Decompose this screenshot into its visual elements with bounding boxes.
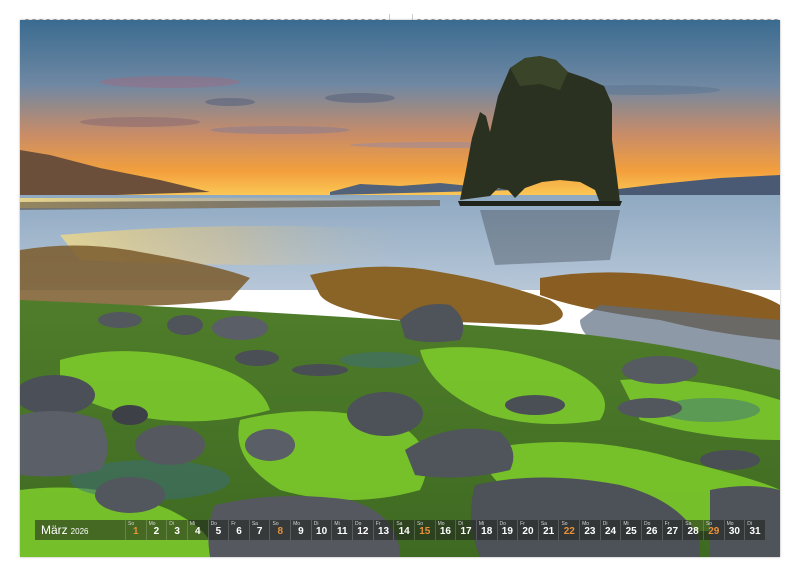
day-cell: Mi 4	[186, 520, 208, 540]
day-number: 7	[256, 526, 263, 537]
day-cell: Sa 14	[393, 520, 414, 540]
day-cell: Fr 20	[517, 520, 538, 540]
day-number: 9	[298, 526, 304, 537]
day-number: 15	[419, 526, 431, 537]
day-cell: So 29	[702, 520, 724, 540]
calendar-photo	[20, 20, 780, 557]
month-name: März	[41, 523, 68, 537]
day-cell: Do 19	[496, 520, 518, 540]
day-cell: Sa 28	[682, 520, 703, 540]
day-number: 10	[316, 526, 328, 537]
day-number: 17	[460, 526, 472, 537]
day-number: 18	[481, 526, 493, 537]
day-number: 22	[563, 526, 575, 537]
day-number: 8	[277, 526, 284, 537]
day-cell: Mo 9	[290, 520, 311, 540]
day-number: 23	[584, 526, 596, 537]
day-cell: So 15	[413, 520, 435, 540]
day-cell: Fr 6	[228, 520, 249, 540]
day-number: 16	[439, 526, 451, 537]
day-number: 31	[749, 526, 761, 537]
day-cell: Sa 21	[537, 520, 559, 540]
day-cell: Do 26	[641, 520, 662, 540]
day-number: 5	[215, 526, 222, 537]
day-cell: Di 24	[599, 520, 621, 540]
day-number: 1	[133, 526, 139, 537]
month-label: März 2026	[35, 523, 125, 537]
day-number: 4	[194, 526, 201, 537]
day-cell: Sa 7	[248, 520, 270, 540]
day-cell: Di 3	[166, 520, 187, 540]
day-cell: So 8	[269, 520, 290, 540]
day-number: 21	[543, 526, 555, 537]
day-cell: Fr 27	[661, 520, 683, 540]
day-cell: So 1	[125, 520, 146, 540]
day-cell: Di 10	[310, 520, 332, 540]
day-number: 27	[666, 526, 679, 537]
calendar-strip: März 2026 So 1 Mo 2 Di 3 Mi 4 Do 5 Fr 6 Sa 7 So 8 Mo 9 Di 10…	[35, 520, 765, 540]
day-number: 28	[687, 526, 699, 537]
day-number: 3	[174, 526, 180, 537]
day-number: 14	[398, 526, 410, 537]
landscape-image	[20, 20, 780, 557]
day-number: 24	[604, 526, 617, 537]
day-number: 30	[728, 526, 740, 537]
day-cell: Do 12	[352, 520, 373, 540]
day-cell: So 22	[558, 520, 579, 540]
day-cell: Mi 11	[331, 520, 352, 540]
day-number: 2	[153, 526, 160, 537]
day-number: 6	[236, 526, 242, 537]
day-number: 12	[357, 526, 369, 537]
day-number: 26	[646, 526, 658, 537]
day-cell: Do 5	[207, 520, 229, 540]
day-number: 11	[336, 526, 348, 537]
day-number: 25	[625, 526, 637, 537]
day-cell: Di 31	[744, 520, 765, 540]
year-label: 2026	[70, 527, 89, 536]
day-cell: Mi 18	[475, 520, 497, 540]
day-cell: Mo 30	[723, 520, 745, 540]
day-number: 29	[708, 526, 720, 537]
days-row: So 1 Mo 2 Di 3 Mi 4 Do 5 Fr 6 Sa 7 So 8 Mo 9 Di 10 Mi 11 Do 12 F…	[125, 520, 765, 540]
day-cell: Di 17	[455, 520, 476, 540]
day-cell: Mo 2	[145, 520, 167, 540]
day-cell: Mo 16	[434, 520, 456, 540]
day-cell: Mo 23	[579, 520, 600, 540]
day-number: 19	[501, 526, 513, 537]
day-cell: Fr 13	[372, 520, 394, 540]
day-number: 20	[522, 526, 534, 537]
day-cell: Mi 25	[620, 520, 641, 540]
day-number: 13	[377, 526, 390, 537]
